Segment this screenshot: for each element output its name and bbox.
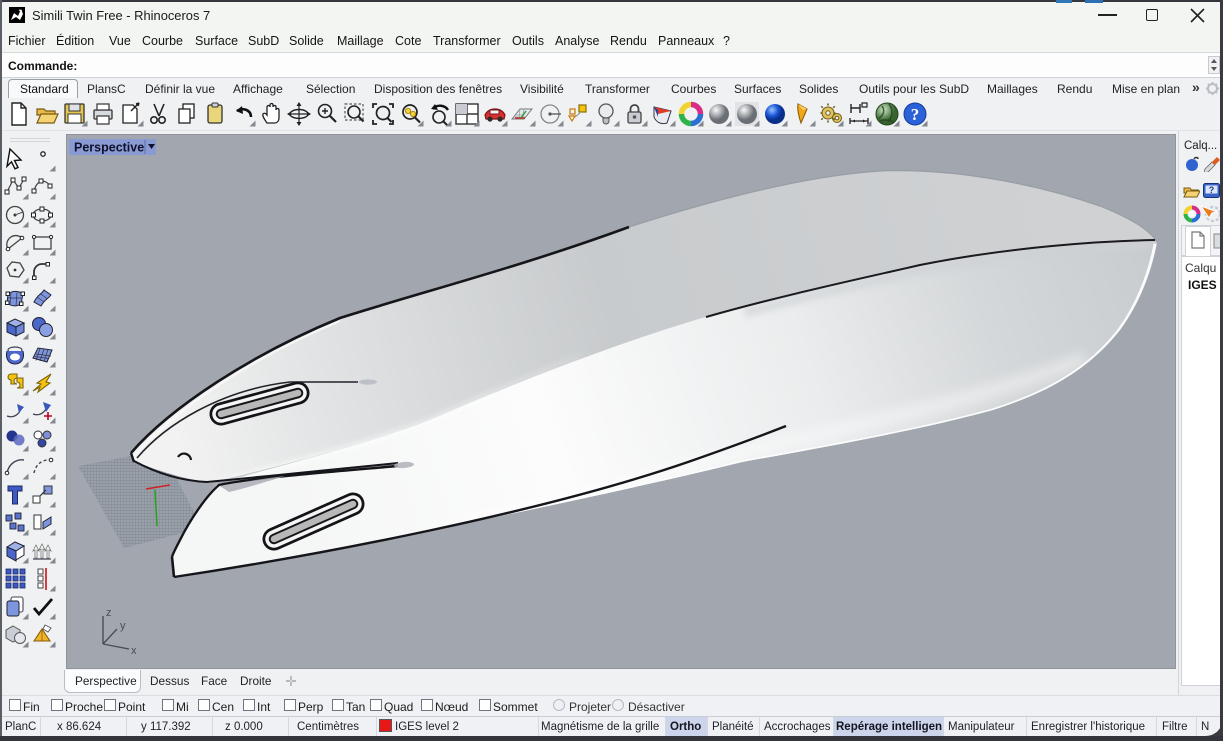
svg-text:z: z bbox=[106, 607, 112, 619]
svg-text:x: x bbox=[131, 645, 137, 657]
svg-text:Perspective: Perspective bbox=[74, 141, 144, 155]
svg-text:?: ? bbox=[911, 105, 920, 124]
svg-text:y: y bbox=[120, 620, 126, 632]
svg-text:?: ? bbox=[1209, 185, 1215, 195]
